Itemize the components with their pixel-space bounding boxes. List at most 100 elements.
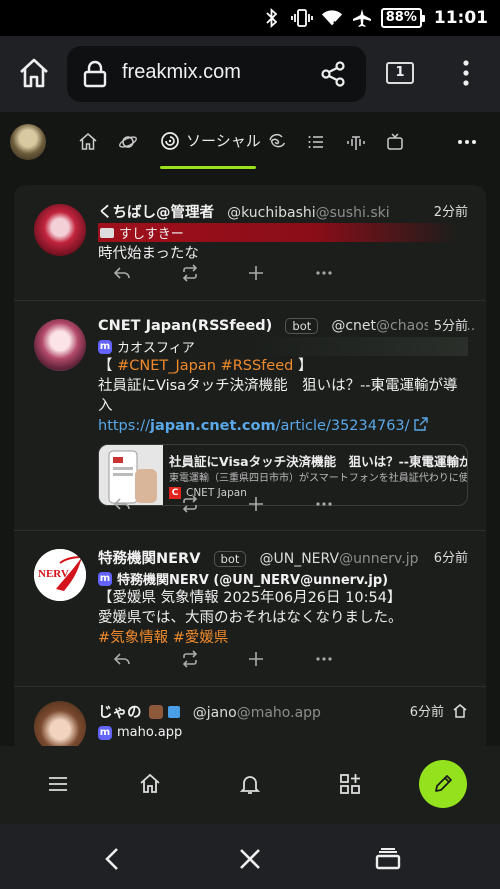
wifi-icon xyxy=(321,7,343,29)
browser-toolbar: freakmix.com 1 xyxy=(0,36,500,112)
bird-icon xyxy=(167,706,180,718)
instance-ticker: m maho.app xyxy=(98,723,468,742)
avatar[interactable] xyxy=(34,204,86,256)
app-content: ソーシャル くちばし@管理者 @kuchibashi@sushi.ski 2分前… xyxy=(0,112,500,822)
browser-menu-button[interactable] xyxy=(456,58,476,88)
username[interactable]: @kuchibashi@sushi.ski xyxy=(227,205,390,221)
note-actions xyxy=(112,263,352,283)
compose-button[interactable] xyxy=(419,760,467,808)
instance-name: すしすきー xyxy=(119,227,184,242)
note-header: じゃの @jano@maho.app 6分前 xyxy=(98,701,468,723)
share-icon[interactable] xyxy=(319,60,347,88)
menu-icon[interactable] xyxy=(46,772,70,796)
timestamp[interactable]: 6分前 xyxy=(403,701,444,720)
timestamp[interactable]: 2分前 xyxy=(427,201,468,220)
add-reaction-icon[interactable] xyxy=(246,494,266,514)
mastodon-icon: m xyxy=(98,725,112,740)
widgets-icon[interactable] xyxy=(338,772,362,796)
timestamp[interactable]: 6分前 xyxy=(427,547,468,566)
note[interactable]: くちばし@管理者 @kuchibashi@sushi.ski 2分前 すしすきー… xyxy=(14,185,486,301)
note[interactable]: NERV 特務機関NERV bot @UN_NERV@unnerv.jp 6分前… xyxy=(14,531,486,687)
address-bar[interactable]: freakmix.com xyxy=(67,46,366,102)
username[interactable]: @UN_NERV@unnerv.jp xyxy=(259,551,418,567)
home-icon[interactable] xyxy=(138,772,162,796)
pencil-icon xyxy=(435,775,452,792)
url-text: freakmix.com xyxy=(122,61,241,83)
username[interactable]: @jano@maho.app xyxy=(193,705,321,721)
svg-text:NERV: NERV xyxy=(38,568,69,580)
bluetooth-icon xyxy=(261,7,283,29)
status-bar: 88% 11:01 xyxy=(0,0,500,36)
tab-social[interactable]: ソーシャル xyxy=(160,130,261,151)
display-name[interactable]: 特務機関NERV xyxy=(98,551,200,567)
antenna-icon[interactable] xyxy=(346,132,366,152)
more-horiz-icon[interactable] xyxy=(314,263,334,283)
lock-icon xyxy=(83,60,107,88)
preview-title: 社員証にVisaタッチ決済機能 狙いは？--東電運輸が... xyxy=(169,454,468,469)
nerv-logo-icon: NERV xyxy=(34,549,86,601)
planet-icon[interactable] xyxy=(118,132,138,152)
reply-icon[interactable] xyxy=(112,263,132,283)
home-icon xyxy=(20,58,48,88)
note-actions xyxy=(112,494,352,514)
galaxy-icon[interactable] xyxy=(267,132,287,152)
emoji-icon xyxy=(148,705,163,719)
renote-icon[interactable] xyxy=(180,494,200,514)
avatar[interactable]: NERV xyxy=(34,549,86,601)
list-icon[interactable] xyxy=(306,132,326,152)
bot-badge: bot xyxy=(213,551,247,567)
external-link-icon xyxy=(414,417,428,431)
instance-ticker: m 特務機関NERV (@UN_NERV@unnerv.jp) xyxy=(98,569,468,588)
mastodon-icon: m xyxy=(98,339,112,354)
tv-icon[interactable] xyxy=(385,132,405,152)
timeline: くちばし@管理者 @kuchibashi@sushi.ski 2分前 すしすきー… xyxy=(14,185,486,822)
recents-icon[interactable] xyxy=(375,846,401,872)
timestamp[interactable]: 5分前 xyxy=(427,315,468,334)
add-reaction-icon[interactable] xyxy=(246,649,266,669)
system-navigation-bar xyxy=(0,824,500,889)
preview-description: 東電運輸（三重県四日市市）がスマートフォンを社員証代わりに使え... xyxy=(169,473,468,484)
more-horiz-icon[interactable] xyxy=(314,494,334,514)
home-icon[interactable] xyxy=(78,132,98,152)
instance-icon xyxy=(100,227,114,238)
note[interactable]: CNET Japan(RSSfeed) bot @cnet@chaospher.… xyxy=(14,301,486,531)
home-visibility-icon xyxy=(453,704,467,718)
display-name[interactable]: くちばし@管理者 xyxy=(98,205,214,221)
timeline-tabs: ソーシャル xyxy=(0,112,500,172)
battery-indicator: 88% xyxy=(380,8,426,28)
more-horiz-icon[interactable] xyxy=(456,132,478,152)
more-vert-icon xyxy=(463,60,469,86)
back-icon[interactable] xyxy=(100,846,126,872)
note-text: 【愛媛県 気象情報 2025年06月26日 10:54】 愛媛県では、大雨のおそ… xyxy=(98,590,403,646)
bottom-app-bar xyxy=(0,746,500,824)
hashtag[interactable]: #愛媛県 xyxy=(173,630,229,646)
note-actions xyxy=(112,649,352,669)
mastodon-icon: m xyxy=(98,571,112,586)
browser-home-button[interactable] xyxy=(16,55,52,91)
avatar[interactable] xyxy=(34,319,86,371)
reply-icon[interactable] xyxy=(112,649,132,669)
tab-switcher-button[interactable]: 1 xyxy=(386,62,414,84)
renote-icon[interactable] xyxy=(180,649,200,669)
article-link[interactable]: https://japan.cnet.com/article/35234763/ xyxy=(98,417,428,434)
display-name[interactable]: CNET Japan(RSSfeed) xyxy=(98,318,272,334)
display-name[interactable]: じゃの xyxy=(98,705,142,721)
bot-badge: bot xyxy=(285,318,319,334)
add-reaction-icon[interactable] xyxy=(246,263,266,283)
account-avatar[interactable] xyxy=(10,124,46,160)
instance-ticker: m カオスフィア xyxy=(98,337,468,356)
close-tab-icon[interactable] xyxy=(237,846,263,872)
bell-icon[interactable] xyxy=(238,772,262,796)
instance-name: カオスフィア xyxy=(117,341,195,356)
vibrate-icon xyxy=(290,7,313,29)
hashtag[interactable]: #気象情報 xyxy=(98,630,168,646)
note-text: 【 #CNET_Japan #RSSfeed 】 社員証にVisaタッチ決済機能… xyxy=(98,358,458,434)
hashtag[interactable]: #CNET_Japan xyxy=(117,358,216,374)
renote-icon[interactable] xyxy=(180,263,200,283)
more-horiz-icon[interactable] xyxy=(314,649,334,669)
reply-icon[interactable] xyxy=(112,494,132,514)
airplane-icon xyxy=(351,7,373,29)
note-header: CNET Japan(RSSfeed) bot @cnet@chaospher.… xyxy=(98,315,475,337)
social-icon xyxy=(161,131,179,150)
hashtag[interactable]: #RSSfeed xyxy=(221,358,294,374)
